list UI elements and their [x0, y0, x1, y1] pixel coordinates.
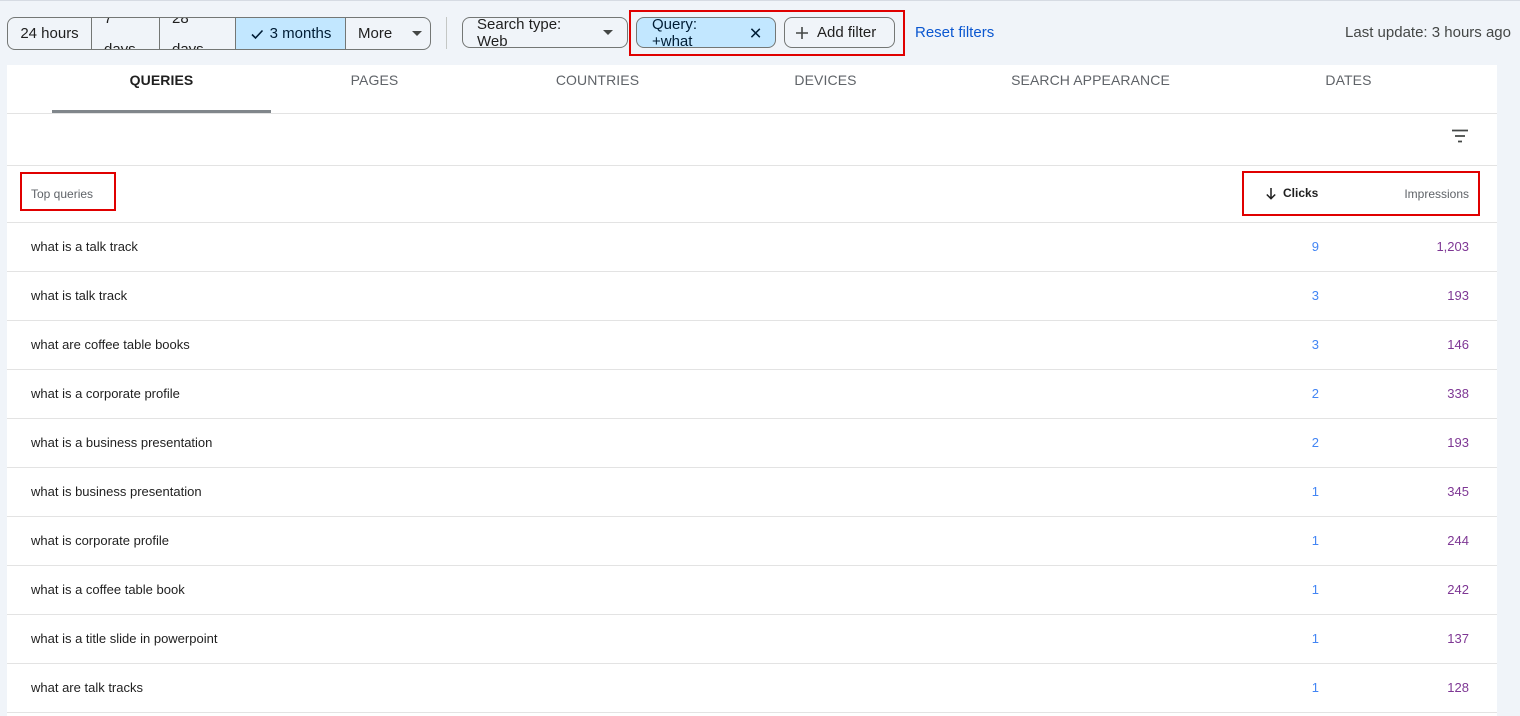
impressions-cell: 128	[1447, 680, 1469, 695]
clicks-cell: 2	[1311, 386, 1319, 401]
clicks-cell: 1	[1311, 582, 1319, 597]
header-clicks[interactable]: Clicks	[1265, 186, 1318, 200]
dimension-tabs: QUERIES PAGES COUNTRIES DEVICES SEARCH A…	[7, 65, 1497, 114]
table-toolbar	[7, 114, 1497, 166]
tab-devices[interactable]: DEVICES	[716, 65, 935, 113]
clicks-cell: 2	[1311, 435, 1319, 450]
impressions-cell: 137	[1447, 631, 1469, 646]
clicks-cell: 3	[1311, 337, 1319, 352]
impressions-cell: 244	[1447, 533, 1469, 548]
clicks-cell: 1	[1311, 631, 1319, 646]
table-row[interactable]: what is a corporate profile 2 338	[7, 370, 1497, 419]
query-cell: what is a corporate profile	[31, 386, 180, 401]
header-impressions[interactable]: Impressions	[1404, 187, 1469, 201]
impressions-cell: 338	[1447, 386, 1469, 401]
more-label: More	[358, 25, 393, 42]
date-range-label: 7 days	[104, 17, 136, 50]
clicks-cell: 1	[1311, 484, 1319, 499]
impressions-cell: 193	[1447, 288, 1469, 303]
query-cell: what is business presentation	[31, 484, 202, 499]
reset-filters-link[interactable]: Reset filters	[915, 24, 994, 41]
caret-down-icon	[603, 30, 613, 35]
date-range-24-hours[interactable]: 24 hours	[8, 18, 92, 49]
query-filter-label: Query: +what	[652, 15, 698, 50]
clicks-cell: 1	[1311, 533, 1319, 548]
impressions-cell: 146	[1447, 337, 1469, 352]
clicks-cell: 1	[1311, 680, 1319, 695]
clicks-cell: 3	[1311, 288, 1319, 303]
filter-list-icon[interactable]	[1450, 128, 1470, 144]
plus-icon	[796, 26, 808, 39]
query-cell: what is a talk track	[31, 239, 138, 254]
caret-down-icon	[412, 31, 423, 36]
date-range-label: 3 months	[269, 25, 332, 42]
date-range-selector: 24 hours 7 days 28 days 3 months More	[7, 17, 431, 50]
close-icon[interactable]	[750, 27, 761, 39]
add-filter-button[interactable]: Add filter	[784, 17, 895, 48]
query-cell: what is talk track	[31, 288, 128, 303]
table-row[interactable]: what is a business presentation 2 193	[7, 419, 1497, 468]
impressions-cell: 345	[1447, 484, 1469, 499]
date-range-label: 28 days	[172, 17, 204, 50]
search-type-dropdown[interactable]: Search type: Web	[462, 15, 628, 50]
tab-countries[interactable]: COUNTRIES	[488, 65, 707, 113]
query-cell: what is a business presentation	[31, 435, 213, 450]
table-row[interactable]: what is corporate profile 1 244	[7, 517, 1497, 566]
last-update-text: Last update: 3 hours ago	[1345, 24, 1511, 41]
query-cell: what are coffee table books	[31, 337, 190, 352]
query-filter-chip[interactable]: Query: +what	[636, 15, 776, 50]
query-cell: what is a coffee table book	[31, 582, 185, 597]
table-row[interactable]: what is business presentation 1 345	[7, 468, 1497, 517]
date-range-28-days[interactable]: 28 days	[160, 18, 236, 49]
tab-dates[interactable]: DATES	[1239, 65, 1458, 113]
arrow-down-icon	[1266, 187, 1276, 200]
active-tab-indicator	[52, 110, 271, 113]
impressions-cell: 1,203	[1436, 239, 1469, 254]
check-icon	[251, 29, 263, 39]
table-row[interactable]: what is a coffee table book 1 242	[7, 566, 1497, 615]
search-type-label: Search type: Web	[477, 15, 562, 50]
clicks-cell: 9	[1311, 239, 1319, 254]
date-range-label: 24 hours	[20, 25, 79, 42]
header-clicks-label: Clicks	[1283, 186, 1319, 200]
impressions-cell: 242	[1447, 582, 1469, 597]
tab-pages[interactable]: PAGES	[265, 65, 484, 113]
query-cell: what are talk tracks	[31, 680, 143, 695]
table-body: what is a talk track 9 1,203 what is tal…	[7, 223, 1497, 713]
table-row[interactable]: what are coffee table books 3 146	[7, 321, 1497, 370]
performance-table-card: QUERIES PAGES COUNTRIES DEVICES SEARCH A…	[7, 65, 1497, 716]
table-row[interactable]: what is a title slide in powerpoint 1 13…	[7, 615, 1497, 664]
query-cell: what is corporate profile	[31, 533, 170, 548]
table-header: Top queries Clicks Impressions	[7, 166, 1497, 223]
date-range-7-days[interactable]: 7 days	[92, 18, 160, 49]
tab-queries[interactable]: QUERIES	[52, 65, 271, 113]
table-row[interactable]: what are talk tracks 1 128	[7, 664, 1497, 713]
table-row[interactable]: what is a talk track 9 1,203	[7, 223, 1497, 272]
tab-search-appearance[interactable]: SEARCH APPEARANCE	[981, 65, 1200, 113]
query-cell: what is a title slide in powerpoint	[31, 631, 218, 646]
date-range-3-months[interactable]: 3 months	[236, 18, 346, 49]
filter-bar: 24 hours 7 days 28 days 3 months More Se…	[0, 0, 1520, 64]
filter-divider	[446, 17, 447, 49]
header-top-queries: Top queries	[31, 187, 94, 201]
date-range-more-button[interactable]: More	[346, 18, 430, 49]
add-filter-label: Add filter	[817, 24, 877, 41]
impressions-cell: 193	[1447, 435, 1469, 450]
table-row[interactable]: what is talk track 3 193	[7, 272, 1497, 321]
